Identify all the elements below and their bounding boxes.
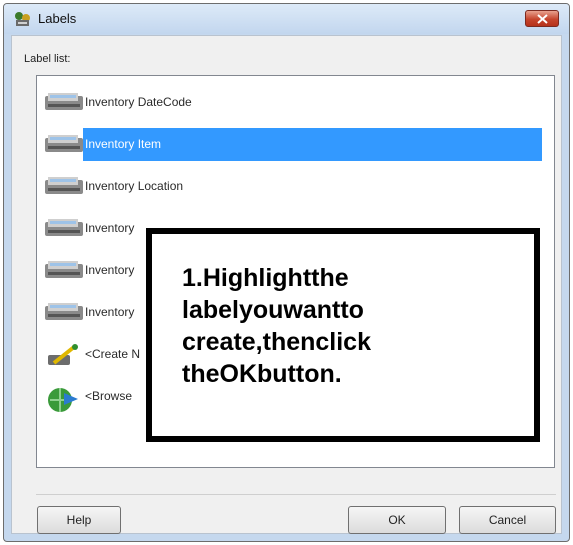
list-item-label: Inventory DateCode	[85, 95, 192, 109]
help-button[interactable]: Help	[37, 506, 121, 534]
browse-globe-icon	[44, 385, 84, 412]
label-list-caption: Label list:	[24, 53, 71, 65]
list-item[interactable]: Inventory DateCode	[37, 82, 542, 121]
list-item-label: Inventory	[85, 305, 135, 319]
label-printer-icon	[44, 91, 84, 113]
title-bar[interactable]: Labels	[4, 4, 569, 34]
list-item-label: <Browse	[85, 389, 133, 403]
list-item-label: Inventory Item	[85, 137, 162, 151]
label-printer-icon	[44, 175, 84, 197]
cancel-button[interactable]: Cancel	[459, 506, 556, 534]
window-title: Labels	[38, 11, 77, 26]
create-wand-icon	[44, 343, 84, 365]
list-item[interactable]: Inventory Item	[37, 124, 542, 163]
label-printer-icon	[44, 301, 84, 323]
list-item[interactable]: Inventory Location	[37, 166, 542, 205]
label-printer-icon	[44, 259, 84, 281]
list-item-label: Inventory	[85, 263, 135, 277]
close-icon	[537, 14, 548, 24]
instruction-text: 1.Highlightthe labelyouwantto create,the…	[182, 264, 371, 388]
label-printer-icon	[44, 133, 84, 155]
instruction-callout: 1.Highlightthe labelyouwantto create,the…	[146, 228, 540, 442]
label-printer-icon	[44, 217, 84, 239]
close-button[interactable]	[525, 10, 559, 27]
list-item-label: Inventory	[85, 221, 135, 235]
list-item-label: <Create N	[85, 347, 141, 361]
list-item-label: Inventory Location	[85, 179, 184, 193]
ok-button[interactable]: OK	[348, 506, 446, 534]
button-separator	[36, 494, 556, 495]
labels-app-icon	[15, 12, 30, 26]
